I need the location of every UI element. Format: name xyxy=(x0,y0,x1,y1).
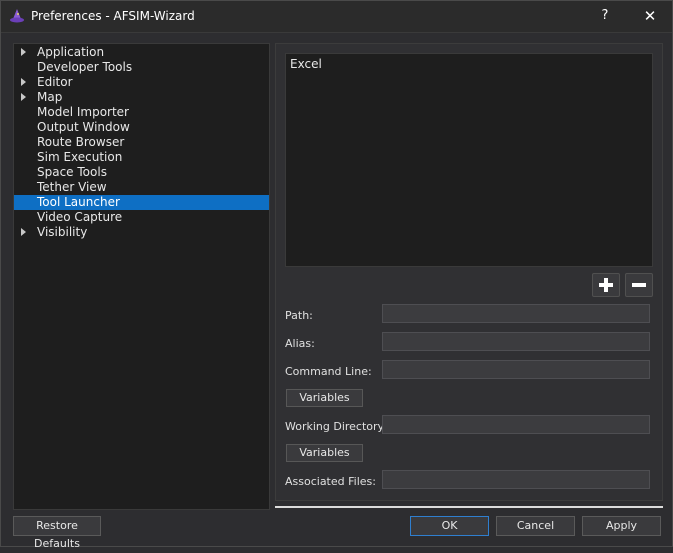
associated-files-input[interactable] xyxy=(382,470,650,489)
command-line-variables-button[interactable]: Variables xyxy=(286,389,363,407)
sidebar-item-label: Developer Tools xyxy=(37,60,133,74)
expand-arrow-icon[interactable] xyxy=(21,48,26,56)
sidebar-item-label: Map xyxy=(37,90,63,104)
sidebar-item-label: Tool Launcher xyxy=(37,195,120,209)
command-line-label: Command Line: xyxy=(285,365,372,378)
command-line-input[interactable] xyxy=(382,360,650,379)
cancel-button[interactable]: Cancel xyxy=(496,516,575,536)
sidebar-item-label: Video Capture xyxy=(37,210,123,224)
window-title: Preferences - AFSIM-Wizard xyxy=(31,9,195,23)
path-input[interactable] xyxy=(382,304,650,323)
restore-defaults-button[interactable]: Restore Defaults xyxy=(13,516,101,550)
category-tree[interactable]: Application Developer Tools Editor Map Model… xyxy=(13,43,270,510)
sidebar-item-space-tools[interactable]: Space Tools xyxy=(14,165,269,180)
alias-label: Alias: xyxy=(285,337,315,350)
plus-icon-vertical xyxy=(604,278,608,292)
alias-input[interactable] xyxy=(382,332,650,351)
working-directory-label: Working Directory: xyxy=(285,420,387,433)
sidebar-item-video-capture[interactable]: Video Capture xyxy=(14,210,269,225)
sidebar-item-tether-view[interactable]: Tether View xyxy=(14,180,269,195)
expand-arrow-icon[interactable] xyxy=(21,93,26,101)
tool-launcher-panel: Excel Path: Alias: Command Line: Variabl… xyxy=(275,43,663,501)
working-directory-variables-button[interactable]: Variables xyxy=(286,444,363,462)
sidebar-item-label: Visibility xyxy=(37,225,88,239)
sidebar-item-label: Route Browser xyxy=(37,135,125,149)
sidebar-item-label: Model Importer xyxy=(37,105,129,119)
ok-button[interactable]: OK xyxy=(410,516,489,536)
sidebar-item-label: Space Tools xyxy=(37,165,107,179)
sidebar-item-tool-launcher[interactable]: Tool Launcher xyxy=(14,195,269,210)
expand-arrow-icon[interactable] xyxy=(21,78,26,86)
expand-arrow-icon[interactable] xyxy=(21,228,26,236)
sidebar-item-application[interactable]: Application xyxy=(14,45,269,60)
apply-button[interactable]: Apply xyxy=(582,516,661,536)
sidebar-item-label: Editor xyxy=(37,75,73,89)
sidebar-item-visibility[interactable]: Visibility xyxy=(14,225,269,240)
tool-list[interactable]: Excel xyxy=(285,53,653,267)
minus-icon xyxy=(632,283,646,287)
working-directory-input[interactable] xyxy=(382,415,650,434)
sidebar-item-sim-execution[interactable]: Sim Execution xyxy=(14,150,269,165)
sidebar-item-label: Output Window xyxy=(37,120,130,134)
path-label: Path: xyxy=(285,309,313,322)
help-button[interactable]: ? xyxy=(593,5,617,27)
sidebar-item-label: Sim Execution xyxy=(37,150,123,164)
remove-tool-button[interactable] xyxy=(625,273,653,297)
preferences-dialog: Preferences - AFSIM-Wizard ? ✕ Applicati… xyxy=(0,0,673,550)
sidebar-item-output-window[interactable]: Output Window xyxy=(14,120,269,135)
sidebar-item-model-importer[interactable]: Model Importer xyxy=(14,105,269,120)
associated-files-label: Associated Files: xyxy=(285,475,376,488)
add-tool-button[interactable] xyxy=(592,273,620,297)
list-item[interactable]: Excel xyxy=(290,57,322,71)
sidebar-item-developer-tools[interactable]: Developer Tools xyxy=(14,60,269,75)
title-bar: Preferences - AFSIM-Wizard ? ✕ xyxy=(1,1,672,33)
wizard-hat-icon xyxy=(10,9,24,23)
panel-divider xyxy=(275,506,663,508)
sidebar-item-label: Application xyxy=(37,45,105,59)
sidebar-item-editor[interactable]: Editor xyxy=(14,75,269,90)
close-button[interactable]: ✕ xyxy=(638,5,662,27)
sidebar-item-route-browser[interactable]: Route Browser xyxy=(14,135,269,150)
sidebar-item-label: Tether View xyxy=(37,180,107,194)
sidebar-item-map[interactable]: Map xyxy=(14,90,269,105)
